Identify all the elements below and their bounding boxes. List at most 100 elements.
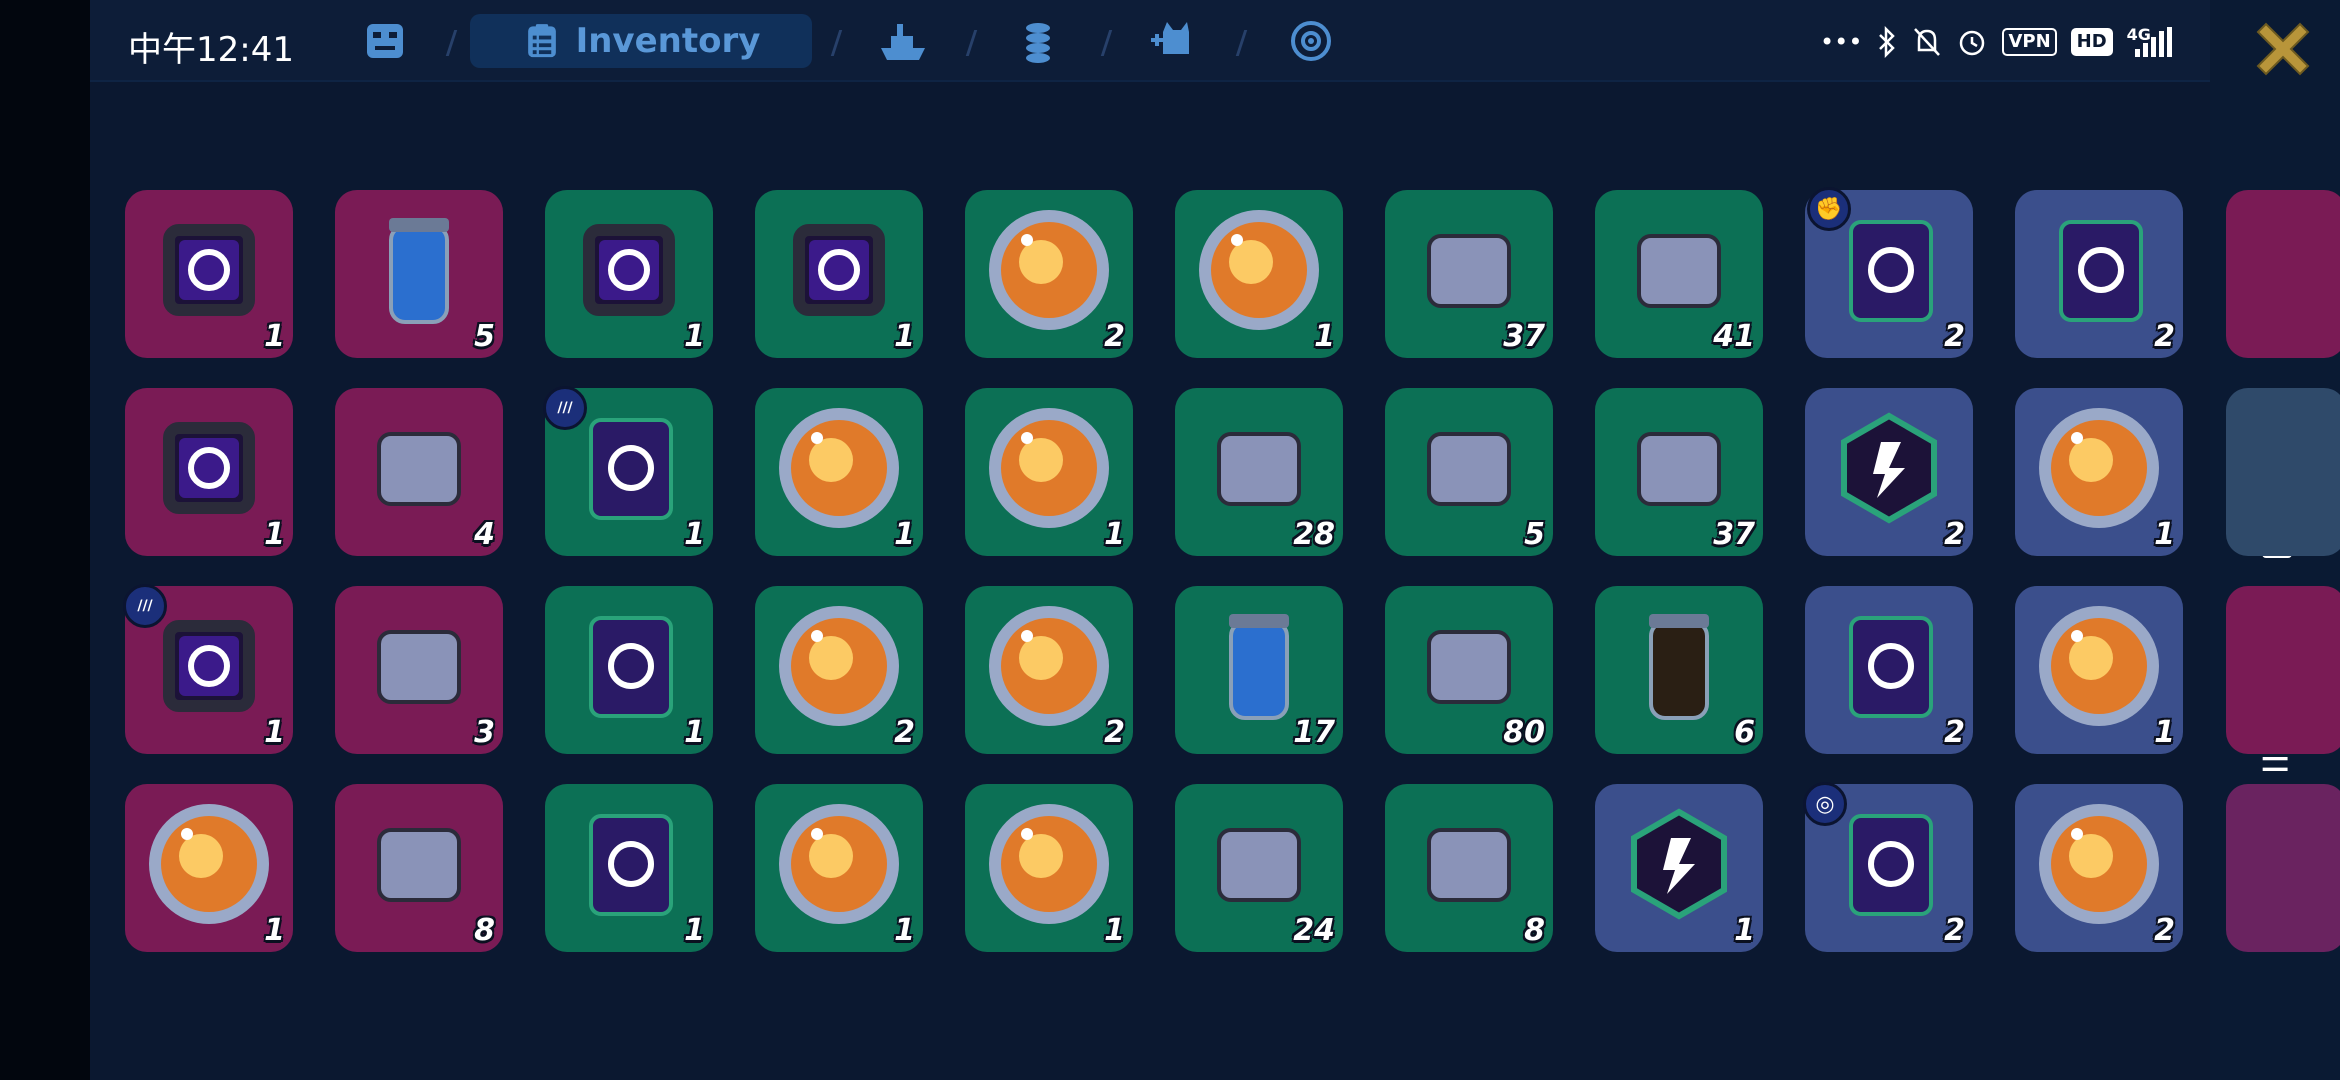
comet-orb-icon <box>2039 408 2159 528</box>
item-quantity: 3 <box>474 715 495 750</box>
inventory-item-card[interactable]: 17 <box>1175 586 1343 754</box>
item-quantity: 1 <box>1104 913 1125 948</box>
pet-add-icon <box>1151 22 1189 54</box>
frost-burst-orb-icon <box>989 804 1109 924</box>
lightning-capsule-icon <box>377 432 461 506</box>
inventory-item-card[interactable]: 1 <box>545 784 713 952</box>
inventory-item-card[interactable]: 1 <box>965 388 1133 556</box>
inventory-item-card[interactable]: 1 <box>545 190 713 358</box>
color-tablet-icon <box>377 828 461 902</box>
item-quantity: 2 <box>1104 715 1125 750</box>
energy-card-green-icon <box>589 814 673 916</box>
inventory-item-card[interactable]: 2 <box>755 586 923 754</box>
double-bird-orb-icon <box>2039 804 2159 924</box>
inventory-item-card[interactable]: 1 <box>545 586 713 754</box>
inventory-item-card[interactable]: 1 <box>2015 586 2183 754</box>
inventory-item-card[interactable]: 2 <box>2015 784 2183 952</box>
inventory-item-card[interactable]: 1 <box>755 190 923 358</box>
tab-coins[interactable] <box>1005 14 1071 68</box>
item-quantity: 1 <box>1734 913 1755 948</box>
ice-blast-orb-icon <box>2039 606 2159 726</box>
status-time: 中午12:41 <box>128 30 294 70</box>
inventory-item-card[interactable]: 1 <box>1595 784 1763 952</box>
fireball-orb-icon <box>779 804 899 924</box>
drone-orb-icon <box>989 606 1109 726</box>
inventory-item-card[interactable]: 4 <box>335 388 503 556</box>
red-jerrycan-icon <box>1427 432 1511 506</box>
inventory-item-card[interactable]: 41 <box>1595 190 1763 358</box>
inventory-item-card[interactable]: 2 <box>2015 190 2183 358</box>
tab-inventory[interactable]: Inventory <box>470 14 812 68</box>
inventory-item-card[interactable]: 37 <box>1385 190 1553 358</box>
coins-icon <box>1026 23 1050 63</box>
item-quantity: 5 <box>474 319 495 354</box>
item-quantity: 41 <box>1713 319 1755 354</box>
time-boost-chip-icon <box>163 224 255 316</box>
inventory-item-card[interactable]: 37 <box>1595 388 1763 556</box>
item-quantity: 37 <box>1503 319 1545 354</box>
inventory-item-card[interactable]: 2 <box>1805 388 1973 556</box>
inventory-item-card[interactable]: 1 <box>125 190 293 358</box>
item-quantity: 2 <box>1104 319 1125 354</box>
item-quantity: 1 <box>894 319 915 354</box>
green-ring-core-icon <box>377 630 461 704</box>
item-quantity: 2 <box>2154 913 2175 948</box>
tab-inventory-label: Inventory <box>575 21 761 61</box>
green-spores-orb-icon <box>989 408 1109 528</box>
inventory-item-card[interactable]: 1 <box>1175 190 1343 358</box>
inventory-item-card[interactable]: 8 <box>335 784 503 952</box>
item-quantity: 1 <box>264 715 285 750</box>
offscreen-card[interactable] <box>2226 388 2340 556</box>
item-quantity: 1 <box>264 517 285 552</box>
ship-icon <box>881 24 925 60</box>
energy-boost-chip-icon <box>793 224 885 316</box>
item-quantity: 24 <box>1293 913 1335 948</box>
alarm-icon <box>1960 30 1985 56</box>
energy-card-icon <box>1849 616 1933 718</box>
spray-can-icon <box>1427 828 1511 902</box>
red-canister-icon <box>389 218 449 324</box>
shadow-creature-orb-icon <box>149 804 269 924</box>
inventory-item-card[interactable]: 5 <box>1385 388 1553 556</box>
inventory-item-card[interactable]: 2 <box>965 190 1133 358</box>
item-quantity: 80 <box>1503 715 1545 750</box>
tab-pet[interactable] <box>1140 14 1210 68</box>
inventory-item-card[interactable]: 5 <box>335 190 503 358</box>
inventory-item-card[interactable]: 1 <box>755 784 923 952</box>
item-quantity: 1 <box>894 913 915 948</box>
item-quantity: 2 <box>1944 517 1965 552</box>
tab-target[interactable] <box>1278 14 1344 68</box>
inventory-item-card[interactable]: 8 <box>1385 784 1553 952</box>
inventory-item-card[interactable]: 1 <box>755 388 923 556</box>
plasma-gun-orb-icon <box>989 210 1109 330</box>
inventory-item-card[interactable]: 2 <box>965 586 1133 754</box>
stripes-badge-icon: /// <box>543 386 587 430</box>
inventory-item-card[interactable]: 1 <box>965 784 1133 952</box>
item-quantity: 1 <box>2154 715 2175 750</box>
inventory-item-card[interactable]: 2 <box>1805 586 1973 754</box>
inventory-item-card[interactable]: 80 <box>1385 586 1553 754</box>
inventory-item-card[interactable]: 24 <box>1175 784 1343 952</box>
tab-ship[interactable] <box>868 14 938 68</box>
item-quantity: 17 <box>1293 715 1335 750</box>
offscreen-card[interactable] <box>2226 784 2340 952</box>
crosshair-badge-icon: ◎ <box>1803 782 1847 826</box>
mute-bell-icon <box>1914 28 1941 56</box>
swift-bird-orb-icon <box>1199 210 1319 330</box>
offscreen-card[interactable] <box>2226 586 2340 754</box>
inventory-item-card[interactable]: 1 <box>2015 388 2183 556</box>
tab-bot[interactable] <box>352 14 418 68</box>
inventory-item-card[interactable]: 1 <box>125 784 293 952</box>
item-quantity: 1 <box>2154 517 2175 552</box>
dark-jar-icon <box>1649 614 1709 720</box>
item-quantity: 1 <box>684 517 705 552</box>
close-button[interactable] <box>2248 14 2318 84</box>
offscreen-card[interactable] <box>2226 190 2340 358</box>
inventory-item-card[interactable]: 6 <box>1595 586 1763 754</box>
inventory-item-card[interactable]: 28 <box>1175 388 1343 556</box>
inventory-item-card[interactable]: 3 <box>335 586 503 754</box>
item-quantity: 6 <box>1734 715 1755 750</box>
inventory-item-card[interactable]: 1 <box>125 388 293 556</box>
item-quantity: 4 <box>474 517 495 552</box>
bluetooth-icon <box>1879 26 1896 58</box>
